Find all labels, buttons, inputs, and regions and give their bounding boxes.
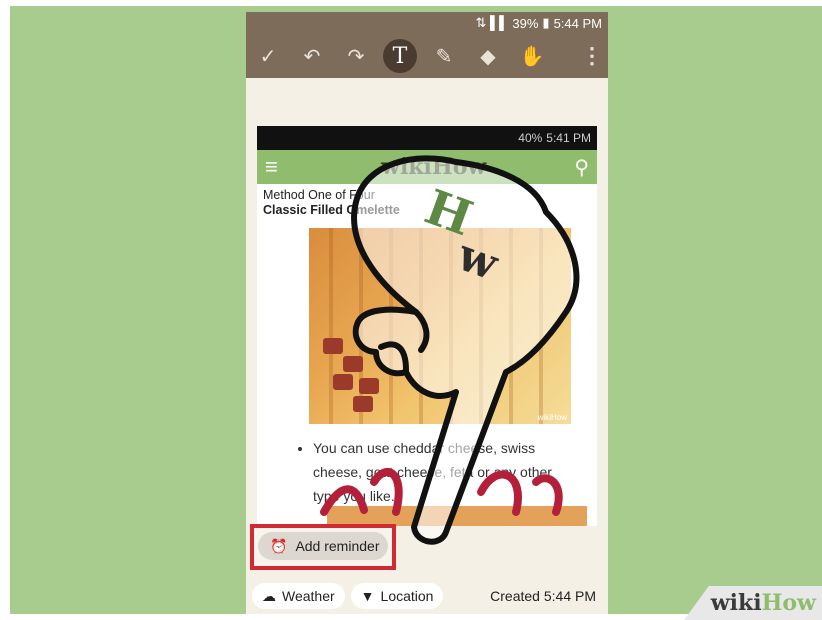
phone-screen: ⇅ ▌▌ 39% ▮ 5:44 PM ✓ ↶ ↷ T ✎ ◆ ✋ ⋮ 40% 5… xyxy=(246,12,608,614)
location-chip[interactable]: ▼ Location xyxy=(350,583,444,609)
next-photo-strip xyxy=(327,506,587,526)
method-title: Method One of Four xyxy=(263,188,375,202)
battery-icon: ▮ xyxy=(542,15,550,30)
wikihow-logo: wikiHow xyxy=(381,154,487,180)
search-icon: ⚲ xyxy=(574,156,589,179)
watermark-how: How xyxy=(761,590,816,616)
weather-label: Weather xyxy=(282,588,335,604)
method-heading: Method One of Four Classic Filled Omelet… xyxy=(257,184,597,218)
add-reminder-button[interactable]: ⏰ Add reminder xyxy=(258,532,388,560)
created-timestamp: Created 5:44 PM xyxy=(490,588,596,604)
text-tool-icon: T xyxy=(383,39,417,73)
hamburger-menu-icon: ≡ xyxy=(265,154,278,179)
captured-screenshot: 40% 5:41 PM ≡ wikiHow ⚲ Method One of Fo… xyxy=(257,126,597,526)
tip-bullet: You can use cheddar cheese, swiss cheese… xyxy=(297,436,577,508)
ingredients-photo: wikiHow xyxy=(309,228,571,424)
status-time: 5:44 PM xyxy=(553,15,602,31)
screenshot-battery: 40% xyxy=(518,131,543,145)
pen-icon[interactable]: ✎ xyxy=(422,34,466,78)
undo-icon[interactable]: ↶ xyxy=(290,34,334,78)
redo-icon[interactable]: ↷ xyxy=(334,34,378,78)
photo-watermark: wikiHow xyxy=(537,413,567,422)
weather-icon: ☁ xyxy=(262,587,276,604)
method-subtitle: Classic Filled Omelette xyxy=(263,203,400,217)
weather-chip[interactable]: ☁ Weather xyxy=(252,583,345,609)
location-label: Location xyxy=(380,588,434,604)
eraser-icon[interactable]: ◆ xyxy=(466,34,510,78)
alarm-clock-icon: ⏰ xyxy=(270,537,288,554)
overflow-menu-icon[interactable]: ⋮ xyxy=(576,34,608,78)
text-tool-button[interactable]: T xyxy=(378,34,422,78)
check-icon[interactable]: ✓ xyxy=(246,34,290,78)
screenshot-status-bar: 40% 5:41 PM xyxy=(257,126,597,150)
signal-icon: ⇅ ▌▌ xyxy=(475,15,509,30)
wikihow-header: ≡ wikiHow ⚲ xyxy=(257,150,597,184)
location-pin-icon: ▼ xyxy=(360,588,375,604)
screenshot-time: 5:41 PM xyxy=(546,131,591,145)
add-reminder-label: Add reminder xyxy=(295,538,380,554)
battery-level: 39% xyxy=(512,15,539,31)
drawing-toolbar: ✓ ↶ ↷ T ✎ ◆ ✋ ⋮ xyxy=(246,34,608,78)
background-stage: ⇅ ▌▌ 39% ▮ 5:44 PM ✓ ↶ ↷ T ✎ ◆ ✋ ⋮ 40% 5… xyxy=(10,6,822,614)
status-bar: ⇅ ▌▌ 39% ▮ 5:44 PM xyxy=(246,12,608,34)
tip-text: You can use cheddar cheese, swiss cheese… xyxy=(313,436,577,508)
selection-icon[interactable]: ✋ xyxy=(510,34,554,78)
note-bottom-bar: ☁ Weather ▼ Location Created 5:44 PM xyxy=(246,578,608,614)
watermark-wiki: wiki xyxy=(710,590,762,616)
